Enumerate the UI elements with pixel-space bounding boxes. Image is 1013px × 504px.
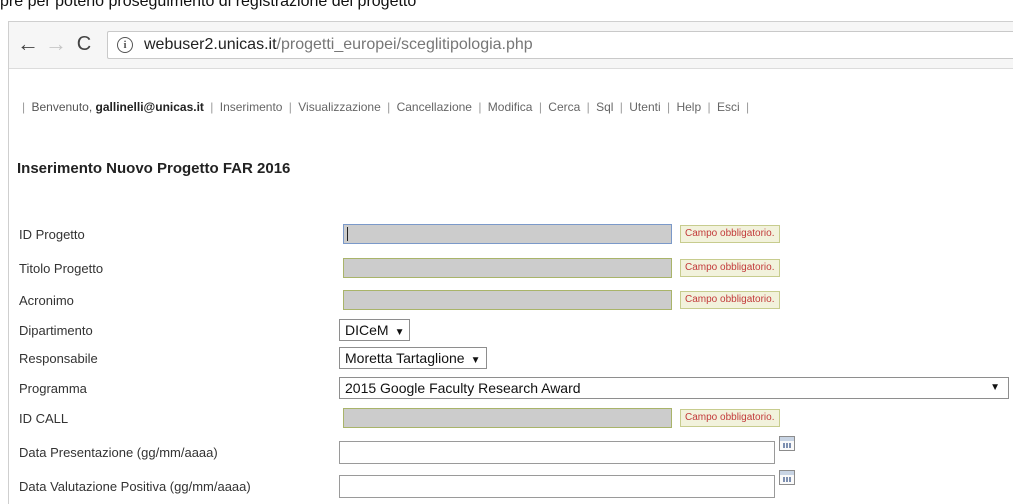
label-titolo-progetto: Titolo Progetto	[19, 261, 104, 276]
text-caret	[347, 227, 348, 241]
required-badge: Campo obbligatorio.	[680, 259, 780, 277]
url-text[interactable]: webuser2.unicas.it/progetti_europei/sceg…	[144, 36, 533, 54]
label-data-presentazione: Data Presentazione (gg/mm/aaaa)	[19, 445, 218, 460]
required-badge: Campo obbligatorio.	[680, 409, 780, 427]
menu-item-inserimento[interactable]: Inserimento	[220, 100, 283, 114]
label-programma: Programma	[19, 381, 87, 396]
required-badge: Campo obbligatorio.	[680, 225, 780, 243]
forward-arrow-icon[interactable]: →	[45, 33, 67, 55]
menu-item-utenti[interactable]: Utenti	[629, 100, 660, 114]
menu-item-help[interactable]: Help	[676, 100, 701, 114]
dropdown-arrow-icon: ▼	[394, 327, 405, 338]
label-dipartimento: Dipartimento	[19, 323, 93, 338]
row-dipartimento: Dipartimento DICeM ▼	[9, 319, 1013, 342]
menu-item-esci[interactable]: Esci	[717, 100, 740, 114]
browser-window: ← → C i webuser2.unicas.it/progetti_euro…	[8, 21, 1013, 504]
dropdown-arrow-icon: ▼	[470, 355, 481, 366]
label-acronimo: Acronimo	[19, 293, 74, 308]
row-acronimo: Acronimo Campo obbligatorio.	[9, 290, 1013, 312]
menu-item-cerca[interactable]: Cerca	[548, 100, 580, 114]
calendar-icon[interactable]	[779, 436, 795, 451]
id-call-input[interactable]	[343, 408, 672, 428]
programma-value: 2015 Google Faculty Research Award	[345, 380, 581, 396]
menu-item-sql[interactable]: Sql	[596, 100, 613, 114]
id-progetto-input[interactable]	[343, 224, 672, 244]
row-responsabile: Responsabile Moretta Tartaglione ▼	[9, 347, 1013, 370]
calendar-icon[interactable]	[779, 470, 795, 485]
top-menu: | Benvenuto, gallinelli@unicas.it | Inse…	[22, 100, 750, 114]
user-email: gallinelli@unicas.it	[95, 100, 204, 114]
acronimo-input[interactable]	[343, 290, 672, 310]
row-id-progetto: ID Progetto Campo obbligatorio.	[9, 224, 1013, 246]
url-host: webuser2.unicas.it	[144, 36, 277, 53]
address-bar[interactable]: i webuser2.unicas.it/progetti_europei/sc…	[107, 31, 1013, 59]
reload-icon[interactable]: C	[73, 33, 95, 55]
responsabile-value: Moretta Tartaglione	[345, 350, 465, 366]
responsabile-select[interactable]: Moretta Tartaglione ▼	[339, 347, 487, 369]
info-icon[interactable]: i	[117, 37, 133, 53]
titolo-progetto-input[interactable]	[343, 258, 672, 278]
required-badge: Campo obbligatorio.	[680, 291, 780, 309]
welcome-text: Benvenuto,	[31, 100, 93, 114]
row-programma: Programma 2015 Google Faculty Research A…	[9, 377, 1013, 400]
back-arrow-icon[interactable]: ←	[17, 33, 39, 55]
url-path: /progetti_europei/sceglitipologia.php	[276, 36, 533, 53]
menu-item-visualizzazione[interactable]: Visualizzazione	[298, 100, 381, 114]
data-presentazione-input[interactable]	[339, 441, 775, 464]
page-title: Inserimento Nuovo Progetto FAR 2016	[17, 160, 291, 177]
data-valutazione-input[interactable]	[339, 475, 775, 498]
label-responsabile: Responsabile	[19, 351, 98, 366]
menu-item-modifica[interactable]: Modifica	[488, 100, 533, 114]
dropdown-arrow-icon: ▼	[990, 382, 1000, 393]
row-data-valutazione: Data Valutazione Positiva (gg/mm/aaaa)	[9, 470, 1013, 498]
row-data-presentazione: Data Presentazione (gg/mm/aaaa)	[9, 436, 1013, 464]
label-data-valutazione: Data Valutazione Positiva (gg/mm/aaaa)	[19, 479, 251, 494]
menu-item-cancellazione[interactable]: Cancellazione	[397, 100, 472, 114]
programma-select[interactable]: 2015 Google Faculty Research Award ▼	[339, 377, 1009, 399]
browser-toolbar: ← → C i webuser2.unicas.it/progetti_euro…	[9, 22, 1013, 69]
dipartimento-value: DICeM	[345, 322, 389, 338]
row-id-call: ID CALL Campo obbligatorio.	[9, 408, 1013, 430]
dipartimento-select[interactable]: DICeM ▼	[339, 319, 411, 341]
cropped-document-text: pre per poterlo proseguimento di registr…	[0, 0, 417, 10]
label-id-call: ID CALL	[19, 411, 69, 426]
row-titolo-progetto: Titolo Progetto Campo obbligatorio.	[9, 258, 1013, 280]
label-id-progetto: ID Progetto	[19, 227, 85, 242]
